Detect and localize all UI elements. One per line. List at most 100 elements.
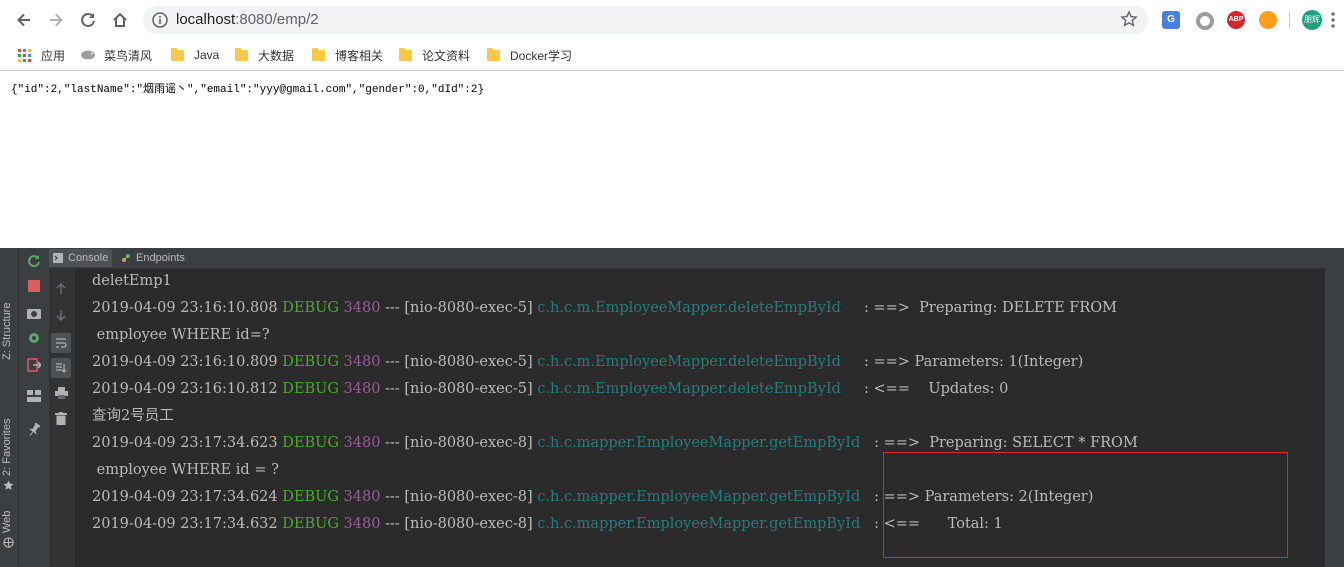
bookmark-java[interactable]: Java <box>171 45 219 65</box>
log-message: : ==> Preparing: DELETE FROM <box>859 300 1118 316</box>
print-icon[interactable] <box>55 387 68 399</box>
profile-avatar[interactable]: 朋辉 <box>1302 10 1322 30</box>
google-translate-icon[interactable]: G <box>1162 11 1180 29</box>
log-timestamp: 2019-04-09 23:17:34.632 <box>92 516 278 532</box>
bookmark-label: Docker学习 <box>510 48 573 63</box>
console-tab-bar: Console Endpoints <box>49 248 1344 269</box>
log-logger: c.h.c.mapper.EmployeeMapper.getEmpById <box>537 435 870 451</box>
favorites-tab[interactable]: 2: Favorites <box>1 419 13 476</box>
highlight-annotation-box <box>883 452 1288 558</box>
browser-toolbar: localhost:8080/emp/2 G ABP 朋辉 <box>0 0 1344 40</box>
translate-letter: G <box>1167 14 1175 25</box>
favorites-star-icon <box>3 480 14 490</box>
log-message: : ==> Parameters: 1(Integer) <box>859 354 1084 370</box>
bookmark-star-icon[interactable] <box>1120 10 1138 28</box>
debug-settings-button[interactable] <box>24 328 44 348</box>
log-logger: c.h.c.mapper.EmployeeMapper.getEmpById <box>537 489 870 505</box>
rerun-icon <box>28 255 40 268</box>
home-button[interactable] <box>108 8 132 32</box>
folder-icon <box>487 47 500 61</box>
endpoints-icon <box>122 254 130 262</box>
bookmark-label: 大数据 <box>258 48 295 63</box>
adblock-plus-icon[interactable]: ABP <box>1227 11 1245 29</box>
scroll-to-end-button[interactable] <box>51 358 71 378</box>
log-pid: 3480 <box>343 489 381 505</box>
rerun-button[interactable] <box>24 251 44 271</box>
log-level: DEBUG <box>282 354 339 370</box>
structure-tab[interactable]: Z: Structure <box>1 303 13 360</box>
log-pid: 3480 <box>343 516 381 532</box>
ide-left-tool-strip: Z: Structure 2: Favorites Web <box>0 248 19 567</box>
bird-icon <box>81 50 95 60</box>
layout-icon <box>27 390 41 402</box>
menu-dots-icon[interactable] <box>1330 10 1336 30</box>
folder-icon <box>399 47 412 61</box>
screenshot-button[interactable] <box>24 303 44 323</box>
bookmark-apps[interactable]: 应用 <box>18 45 65 65</box>
bookmark-label: 应用 <box>41 48 66 63</box>
bookmark-label: 博客相关 <box>335 48 384 63</box>
exit-button[interactable] <box>24 355 44 375</box>
log-thread: --- [nio-8080-exec-8] <box>385 516 533 532</box>
console-line: 查询2号员工 <box>92 408 174 424</box>
log-timestamp: 2019-04-09 23:17:34.623 <box>92 435 278 451</box>
pin-button[interactable] <box>24 420 44 440</box>
log-thread: --- [nio-8080-exec-5] <box>385 354 533 370</box>
address-bar[interactable]: localhost:8080/emp/2 <box>143 6 1148 34</box>
log-pid: 3480 <box>343 354 381 370</box>
abp-text: ABP <box>1228 16 1244 23</box>
tab-console[interactable]: Console <box>49 249 113 267</box>
layout-button[interactable] <box>24 386 44 406</box>
bookmark-cainiao[interactable]: 菜鸟清风 <box>80 45 152 65</box>
bookmark-docker[interactable]: Docker学习 <box>487 45 572 65</box>
log-level: DEBUG <box>282 489 339 505</box>
forward-button[interactable] <box>44 8 68 32</box>
log-message: : ==> Preparing: SELECT * FROM <box>869 435 1138 451</box>
bug-gear-icon <box>29 333 39 343</box>
bookmark-bigdata[interactable]: 大数据 <box>235 45 294 65</box>
toolbar-separator <box>1289 12 1290 28</box>
log-thread: --- [nio-8080-exec-5] <box>385 300 533 316</box>
stop-button[interactable] <box>24 276 44 296</box>
log-thread: --- [nio-8080-exec-5] <box>385 381 533 397</box>
console-line: employee WHERE id = ? <box>92 462 279 478</box>
url-path: :8080/emp/2 <box>235 11 319 28</box>
tab-endpoints[interactable]: Endpoints <box>117 249 189 267</box>
bookmark-label: 菜鸟清风 <box>104 48 153 63</box>
bookmark-papers[interactable]: 论文资料 <box>399 45 470 65</box>
camera-icon <box>27 309 41 319</box>
info-icon[interactable] <box>151 11 169 29</box>
scroll-down-icon[interactable] <box>55 309 67 321</box>
bookmark-label: 论文资料 <box>422 48 471 63</box>
bookmark-blog[interactable]: 博客相关 <box>312 45 383 65</box>
reload-icon <box>81 12 95 27</box>
log-timestamp: 2019-04-09 23:16:10.809 <box>92 354 278 370</box>
web-tab[interactable]: Web <box>1 511 13 533</box>
weibo-icon[interactable] <box>1259 11 1277 29</box>
url-text: localhost:8080/emp/2 <box>176 11 319 28</box>
log-logger: c.h.c.m.EmployeeMapper.deleteEmpById <box>537 381 860 397</box>
console-log-line: 2019-04-09 23:16:10.812 DEBUG 3480 --- [… <box>92 376 1008 403</box>
reload-button[interactable] <box>76 8 100 32</box>
web-globe-icon <box>3 537 14 548</box>
log-logger: c.h.c.mapper.EmployeeMapper.getEmpById <box>537 516 870 532</box>
folder-icon <box>235 47 248 61</box>
log-thread: --- [nio-8080-exec-8] <box>385 489 533 505</box>
soft-wrap-button[interactable] <box>51 333 71 353</box>
log-level: DEBUG <box>282 300 339 316</box>
log-timestamp: 2019-04-09 23:16:10.808 <box>92 300 278 316</box>
exit-icon <box>27 358 41 372</box>
console-log-line: 2019-04-09 23:16:10.809 DEBUG 3480 --- [… <box>92 349 1083 376</box>
console-icon <box>53 253 63 263</box>
home-icon <box>113 12 127 27</box>
extension-circle-icon[interactable] <box>1196 12 1214 30</box>
scroll-up-icon[interactable] <box>55 283 67 295</box>
log-pid: 3480 <box>343 435 381 451</box>
console-log-line: 2019-04-09 23:17:34.632 DEBUG 3480 --- [… <box>92 511 1003 538</box>
apps-grid-icon <box>18 48 31 62</box>
back-button[interactable] <box>12 8 36 32</box>
console-line: employee WHERE id=? <box>92 327 270 343</box>
trash-icon[interactable] <box>55 412 67 425</box>
run-toolbar <box>19 248 49 567</box>
console-log-line: 2019-04-09 23:16:10.808 DEBUG 3480 --- [… <box>92 295 1117 322</box>
